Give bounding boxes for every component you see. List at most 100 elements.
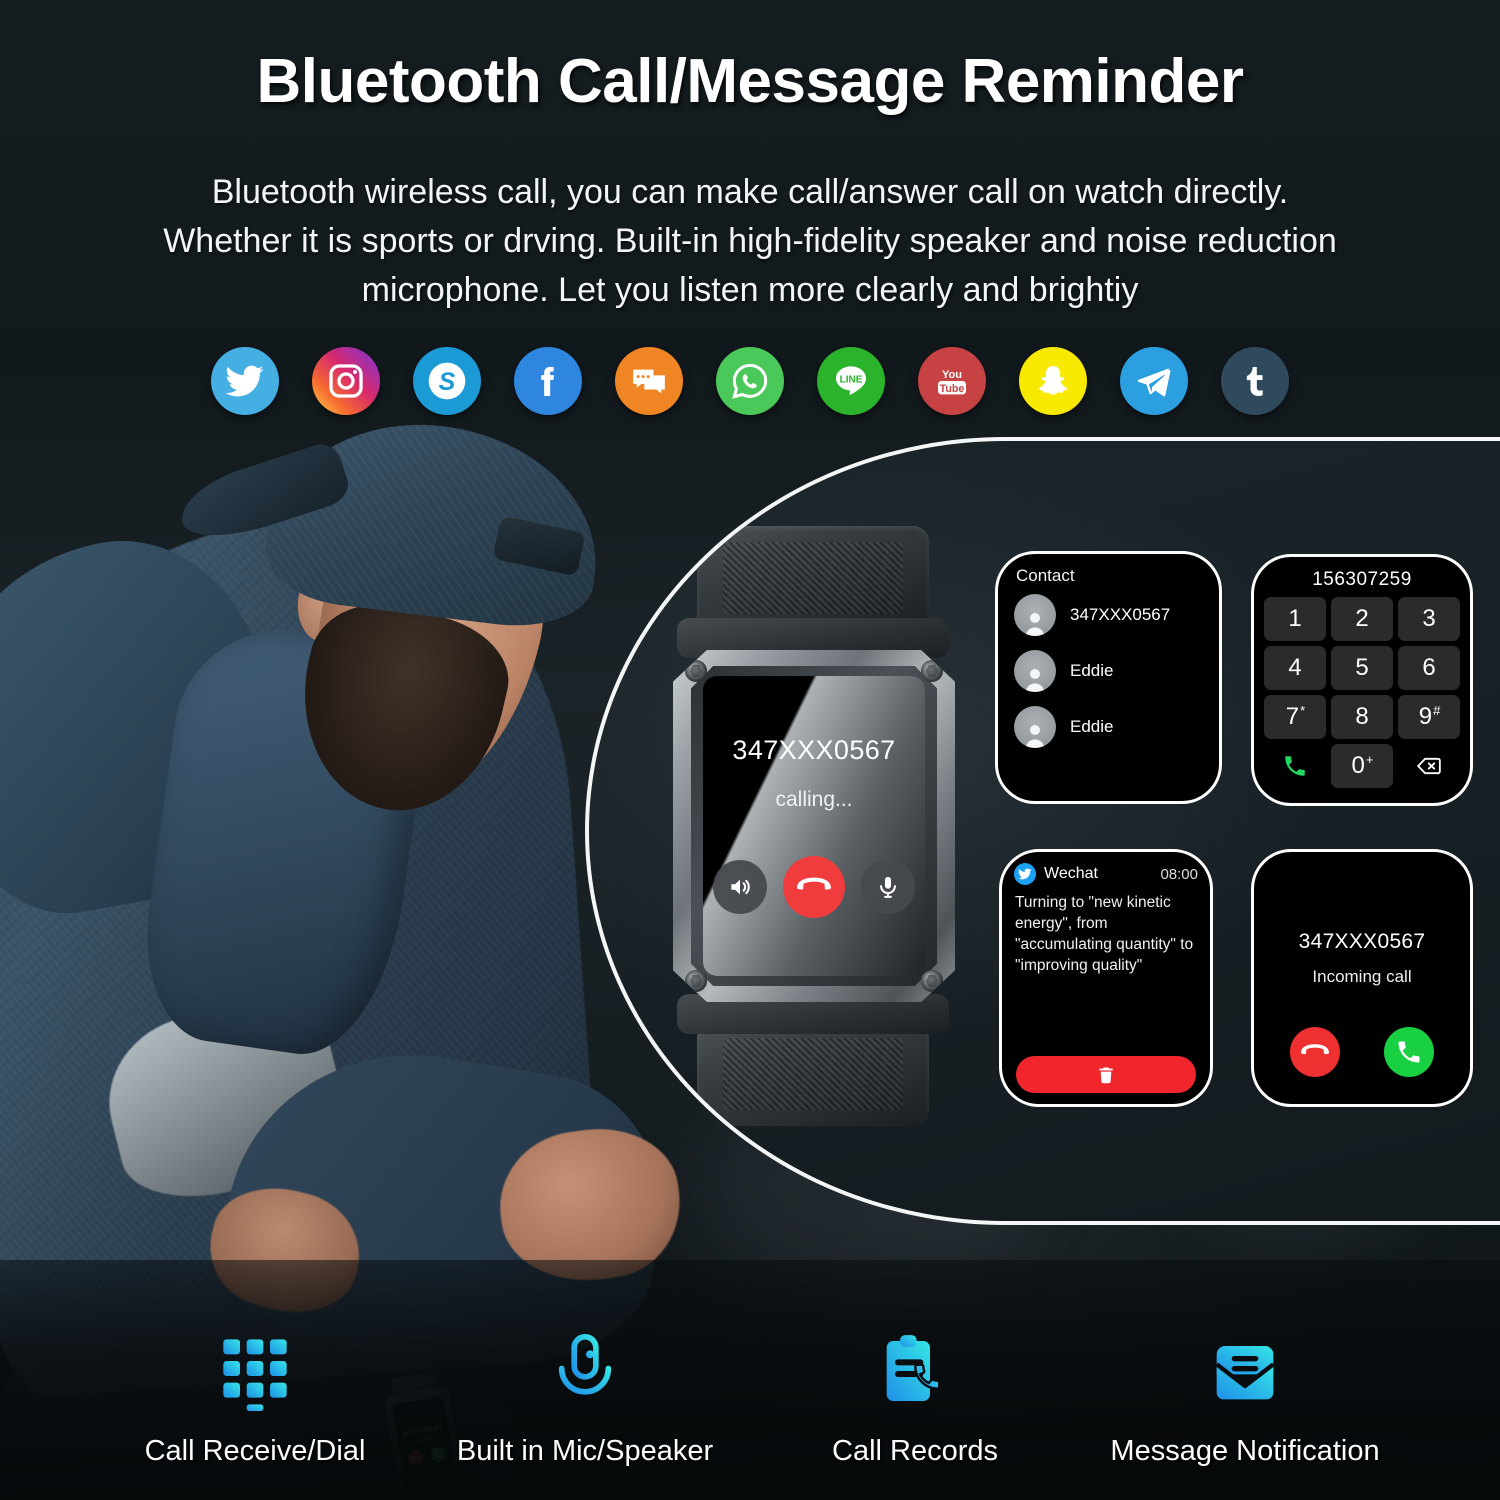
key-8[interactable]: 8 — [1331, 695, 1393, 739]
key-5[interactable]: 5 — [1331, 646, 1393, 690]
key-9[interactable]: 9 # — [1398, 695, 1460, 739]
key-digit: 6 — [1422, 654, 1436, 681]
description-line-2: Whether it is sports or drving. Built-in… — [163, 222, 1337, 260]
dialpad-icon — [215, 1323, 295, 1419]
avatar — [1014, 706, 1056, 748]
instagram-icon — [312, 347, 380, 415]
incoming-call-screen: 347XXX0567 Incoming call — [1251, 849, 1473, 1107]
key-3[interactable]: 3 — [1398, 597, 1460, 641]
dialpad-screen: 156307259 1 2 3 4 5 6 7 * 8 9 # 0 + — [1251, 554, 1473, 806]
accept-button[interactable] — [1384, 1027, 1434, 1077]
contact-name: 347XXX0567 — [1070, 605, 1171, 624]
twitter-icon — [1014, 863, 1036, 885]
watch-display: 347XXX0567 calling... — [703, 676, 925, 976]
contact-screen: Contact 347XXX0567 Eddie Eddie — [995, 551, 1222, 804]
key-digit: 8 — [1355, 703, 1369, 730]
key-digit: 3 — [1422, 605, 1436, 632]
supported-apps-row: S LINE You Tube — [0, 345, 1500, 417]
call-action-buttons — [713, 855, 915, 918]
contact-name: Eddie — [1070, 717, 1114, 736]
feature-highlights: Call Receive/Dial Built in Mic/Speaker C… — [0, 1260, 1500, 1500]
dialed-number: 156307259 — [1312, 569, 1412, 590]
notification-app-name: Wechat — [1044, 865, 1098, 882]
hangup-button[interactable] — [783, 855, 845, 918]
key-6[interactable]: 6 — [1398, 646, 1460, 690]
key-1[interactable]: 1 — [1264, 597, 1326, 641]
feature-label: Built in Mic/Speaker — [456, 1435, 714, 1467]
incoming-caller-number: 347XXX0567 — [1298, 930, 1426, 953]
key-digit: 9 — [1418, 703, 1433, 730]
contact-list-item[interactable]: Eddie — [1014, 650, 1219, 692]
contact-list-item[interactable]: Eddie — [1014, 706, 1219, 748]
svg-text:S: S — [439, 368, 456, 396]
key-4[interactable]: 4 — [1264, 646, 1326, 690]
mic-button[interactable] — [861, 859, 915, 914]
key-digit: 2 — [1355, 605, 1369, 632]
watch-strap-bottom — [697, 1022, 929, 1126]
telegram-icon — [1120, 347, 1188, 415]
key-digit: 7 — [1285, 703, 1300, 730]
calling-screen: 347XXX0567 calling... — [703, 676, 925, 976]
page-title: Bluetooth Call/Message Reminder — [256, 47, 1244, 116]
smartwatch-product: 347XXX0567 calling... — [669, 526, 959, 1126]
contact-name: Eddie — [1070, 661, 1114, 680]
contact-title: Contact — [1016, 566, 1075, 585]
header-section: Bluetooth Call/Message Reminder Bluetoot… — [0, 0, 1500, 335]
description-line-3: microphone. Let you listen more clearly … — [361, 271, 1139, 309]
calling-number: 347XXX0567 — [732, 734, 896, 765]
line-icon: LINE — [817, 347, 885, 415]
key-0[interactable]: 0 + — [1331, 744, 1393, 788]
youtube-icon: You Tube — [918, 347, 986, 415]
svg-text:Tube: Tube — [940, 383, 965, 395]
ui-screens-group: Contact 347XXX0567 Eddie Eddie 156307259… — [989, 551, 1489, 1131]
avatar — [1014, 650, 1056, 692]
svg-text:LINE: LINE — [840, 375, 863, 386]
feature-mic-speaker: Built in Mic/Speaker — [420, 1323, 750, 1468]
feature-label: Message Notification — [1110, 1435, 1380, 1467]
key-7[interactable]: 7 * — [1264, 695, 1326, 739]
call-records-icon — [875, 1323, 955, 1419]
feature-call-records: Call Records — [750, 1323, 1080, 1468]
key-symbol: # — [1433, 702, 1441, 718]
message-envelope-icon — [1205, 1323, 1285, 1419]
page-description: Bluetooth wireless call, you can make ca… — [55, 168, 1445, 315]
tumblr-icon — [1221, 347, 1289, 415]
key-digit: 4 — [1288, 654, 1302, 681]
contact-list: 347XXX0567 Eddie Eddie — [998, 586, 1219, 748]
watch-case: 347XXX0567 calling... — [673, 650, 955, 1002]
microphone-icon — [545, 1323, 625, 1419]
messages-icon — [615, 347, 683, 415]
decline-button[interactable] — [1290, 1027, 1340, 1077]
watch-strap-top — [697, 526, 929, 630]
feature-message-notification: Message Notification — [1080, 1323, 1410, 1468]
backspace-button[interactable] — [1398, 744, 1460, 788]
dialpad-call-button[interactable] — [1264, 744, 1326, 788]
contact-list-item[interactable]: 347XXX0567 — [1014, 594, 1219, 636]
incoming-call-status: Incoming call — [1312, 967, 1412, 986]
delete-button[interactable] — [1016, 1056, 1196, 1093]
key-digit: 1 — [1288, 605, 1302, 632]
incoming-call-actions — [1254, 1027, 1470, 1077]
notification-screen: Wechat 08:00 Turning to "new kinetic ene… — [999, 849, 1213, 1107]
notification-message: Turning to "new kinetic energy", from "a… — [1015, 894, 1194, 974]
key-digit: 0 — [1351, 752, 1365, 779]
facebook-icon — [514, 347, 582, 415]
whatsapp-icon — [716, 347, 784, 415]
twitter-icon — [211, 347, 279, 415]
feature-call-receive-dial: Call Receive/Dial — [90, 1323, 420, 1468]
product-detail-magnifier: 347XXX0567 calling... Contact 347XXX0567… — [585, 437, 1500, 1225]
feature-label: Call Receive/Dial — [144, 1435, 366, 1467]
keypad: 1 2 3 4 5 6 7 * 8 9 # 0 + — [1254, 597, 1470, 788]
feature-label: Call Records — [832, 1435, 998, 1467]
key-2[interactable]: 2 — [1331, 597, 1393, 641]
model-head — [172, 406, 611, 830]
notification-time: 08:00 — [1160, 865, 1198, 883]
calling-status: calling... — [775, 787, 853, 811]
speaker-button[interactable] — [713, 859, 767, 914]
skype-icon: S — [413, 347, 481, 415]
key-symbol: + — [1365, 751, 1374, 767]
snapchat-icon — [1019, 347, 1087, 415]
notification-header: Wechat 08:00 — [1002, 852, 1210, 885]
svg-text:You: You — [942, 369, 962, 381]
key-symbol: * — [1300, 702, 1306, 718]
